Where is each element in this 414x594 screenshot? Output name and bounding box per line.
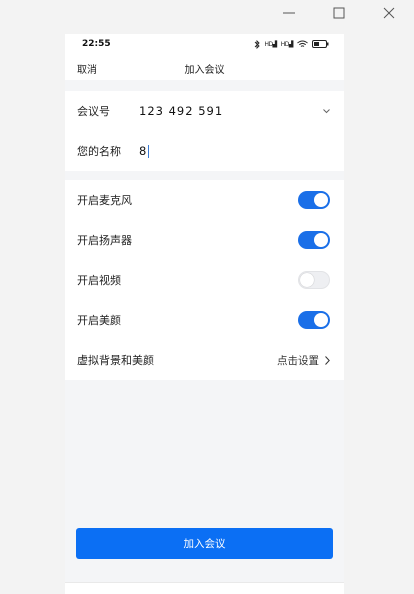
beauty-toggle[interactable]: [298, 311, 330, 329]
speaker-label: 开启扬声器: [77, 234, 132, 247]
meeting-id-label: 会议号: [77, 105, 110, 118]
close-button[interactable]: [364, 0, 414, 26]
video-label: 开启视频: [77, 274, 121, 287]
virtual-background-settings-link[interactable]: 点击设置: [277, 353, 330, 368]
window-controls: [264, 0, 414, 26]
signal-icon-2: HD▟: [280, 40, 294, 48]
virtual-background-row[interactable]: 虚拟背景和美颜 点击设置: [65, 340, 344, 380]
meeting-id-row: 会议号 123 492 591: [65, 91, 344, 131]
video-row: 开启视频: [65, 260, 344, 300]
meeting-info-card: 会议号 123 492 591 您的名称 8: [65, 91, 344, 171]
user-name-row: 您的名称 8: [65, 131, 344, 171]
bottom-bar: [65, 582, 344, 594]
status-time: 22:55: [82, 39, 111, 49]
minimize-button[interactable]: [264, 0, 314, 26]
close-icon: [383, 7, 395, 19]
virtual-background-action: 点击设置: [277, 354, 319, 367]
chevron-right-icon: [325, 355, 330, 365]
speaker-row: 开启扬声器: [65, 220, 344, 260]
signal-icon: HD▟: [264, 40, 277, 48]
maximize-button[interactable]: [314, 0, 364, 26]
video-toggle[interactable]: [298, 271, 330, 289]
text-cursor: [148, 145, 150, 158]
join-meeting-button[interactable]: 加入会议: [76, 528, 333, 559]
user-name-label: 您的名称: [77, 145, 121, 158]
phone-screen: 22:55 HD▟ HD▟ 取消 加入会议 会议号 123 492 591 您的…: [65, 34, 344, 594]
settings-card: 开启麦克风 开启扬声器 开启视频 开启美颜 虚拟背景和美颜 点击设置: [65, 180, 344, 380]
battery-icon: [312, 40, 329, 48]
virtual-background-label: 虚拟背景和美颜: [77, 354, 154, 367]
bluetooth-icon: [255, 39, 261, 49]
minimize-icon: [283, 12, 295, 14]
beauty-row: 开启美颜: [65, 300, 344, 340]
wifi-icon: [297, 40, 308, 47]
history-dropdown[interactable]: [323, 107, 330, 116]
status-bar: 22:55 HD▟ HD▟: [65, 34, 344, 54]
mic-row: 开启麦克风: [65, 180, 344, 220]
mic-toggle[interactable]: [298, 191, 330, 209]
meeting-id-input[interactable]: 123 492 591: [139, 104, 323, 118]
nav-bar: 取消 加入会议: [65, 54, 344, 80]
speaker-toggle[interactable]: [298, 231, 330, 249]
status-icons: HD▟ HD▟: [254, 39, 329, 49]
user-name-input[interactable]: 8: [139, 144, 330, 158]
page-title: 加入会议: [184, 65, 225, 76]
mic-label: 开启麦克风: [77, 194, 132, 207]
user-name-value: 8: [139, 144, 148, 158]
beauty-label: 开启美颜: [77, 314, 121, 327]
maximize-icon: [333, 7, 345, 19]
chevron-down-icon: [323, 108, 330, 113]
